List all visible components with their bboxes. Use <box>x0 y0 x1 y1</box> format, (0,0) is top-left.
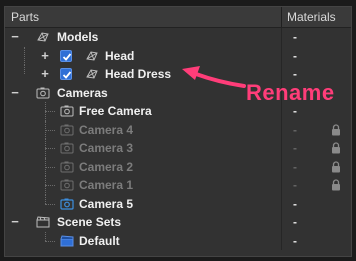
camera-icon <box>36 87 50 98</box>
scene-set-icon <box>36 216 50 228</box>
tree-row-label: Models <box>57 30 99 44</box>
parts-column-header[interactable]: Parts <box>11 7 39 27</box>
column-divider[interactable] <box>281 7 282 27</box>
material-value: - <box>293 159 297 174</box>
lock-icon[interactable] <box>331 142 341 154</box>
tree-row-label: Camera 3 <box>79 141 134 155</box>
visibility-checkbox[interactable] <box>60 49 72 62</box>
tree-row-default[interactable]: Default - <box>5 231 351 250</box>
camera-icon <box>60 105 74 117</box>
expand-toggle[interactable]: + <box>39 65 51 84</box>
lock-icon[interactable] <box>331 123 341 136</box>
tree-row-label: Head Dress <box>105 67 172 81</box>
tree-row-camera-5[interactable]: Camera 5 - <box>5 194 351 213</box>
parts-panel: Parts Materials − Models - + Head - + He… <box>4 6 352 257</box>
mesh-icon <box>86 69 98 79</box>
annotation-arrow <box>182 66 246 88</box>
material-value: - <box>293 141 297 155</box>
lock-icon[interactable] <box>331 160 341 173</box>
mesh-icon <box>37 32 49 42</box>
material-value: - <box>293 233 297 248</box>
lock-icon[interactable] <box>331 179 341 191</box>
visibility-checkbox[interactable] <box>60 68 72 80</box>
collapse-toggle[interactable]: − <box>9 28 21 47</box>
collapse-toggle[interactable]: − <box>9 84 21 103</box>
collapse-toggle[interactable]: − <box>9 213 21 232</box>
material-value: - <box>293 48 297 63</box>
mesh-icon <box>86 50 98 61</box>
camera-icon <box>60 161 74 172</box>
tree-row-scene-sets[interactable]: − Scene Sets - <box>5 213 351 232</box>
material-value: - <box>293 178 297 192</box>
tree-row-label: Scene Sets <box>57 215 122 229</box>
scene-set-icon <box>60 234 74 246</box>
tree-row-label: Camera 4 <box>79 122 134 137</box>
material-value: - <box>293 122 297 137</box>
material-value: - <box>293 30 297 44</box>
tree-row-label: Head <box>105 48 135 63</box>
tree-row-camera-3[interactable]: Camera 3 - <box>5 139 351 158</box>
tree-row-camera-2[interactable]: Camera 2 - <box>5 157 351 176</box>
column-header: Parts Materials <box>5 7 351 28</box>
tree-row-models[interactable]: − Models - <box>5 28 351 47</box>
materials-column-header[interactable]: Materials <box>287 7 336 27</box>
tree-row-camera-1[interactable]: Camera 1 - <box>5 176 351 195</box>
camera-icon <box>60 198 74 210</box>
tree-row-label: Free Camera <box>79 104 152 118</box>
tree-row-label: Cameras <box>57 85 108 100</box>
expand-toggle[interactable]: + <box>39 47 51 66</box>
camera-icon <box>60 142 74 154</box>
tree-row-label: Camera 5 <box>79 196 134 211</box>
material-value: - <box>293 196 297 211</box>
material-value: - <box>293 215 297 229</box>
tree-row-camera-4[interactable]: Camera 4 - <box>5 120 351 139</box>
rename-annotation: Rename <box>246 80 335 105</box>
tree-row-label: Camera 2 <box>79 159 134 174</box>
tree-row-label: Default <box>79 233 120 248</box>
tree-row-label: Camera 1 <box>79 178 134 192</box>
camera-icon <box>60 124 74 135</box>
camera-icon <box>60 179 74 191</box>
